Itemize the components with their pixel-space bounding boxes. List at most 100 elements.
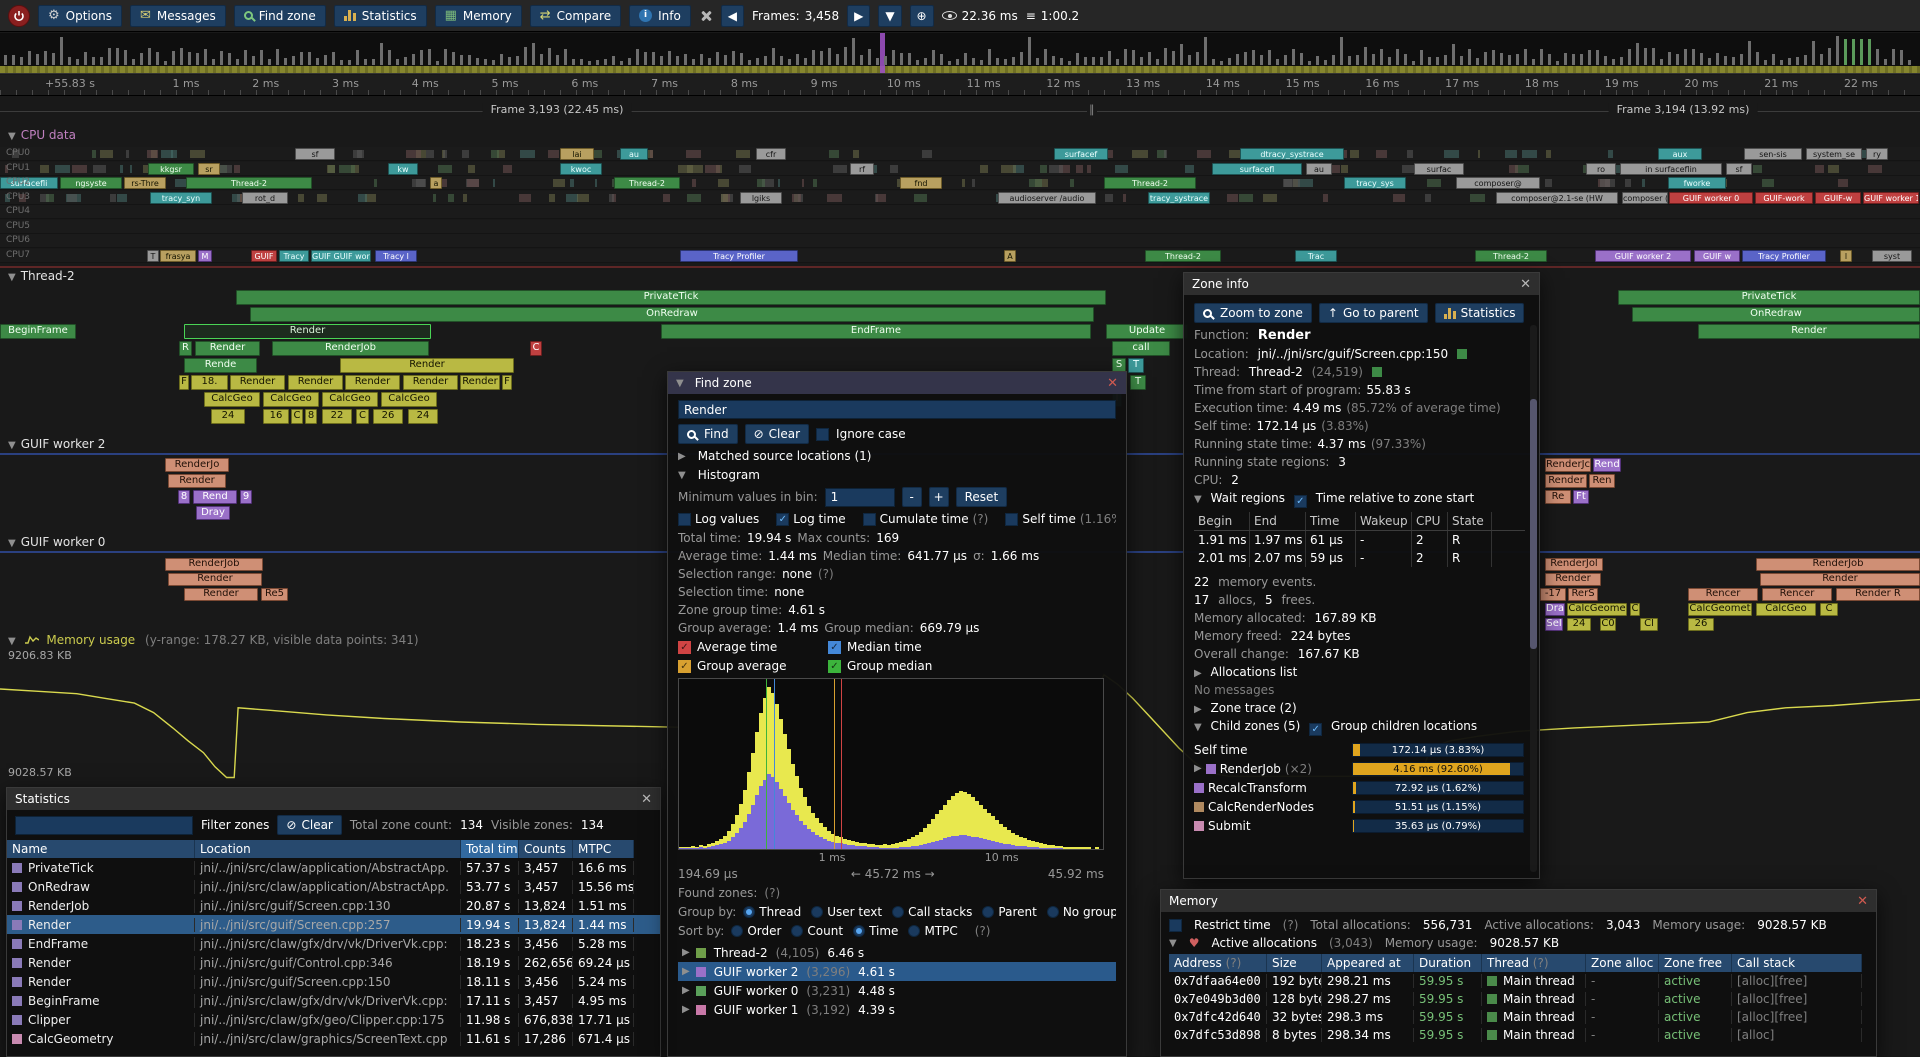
expand-icon[interactable]: ▶ [682, 947, 690, 958]
timeline-zone[interactable]: 8 [305, 409, 317, 424]
wait-col-time[interactable]: Time [1306, 512, 1356, 530]
table-row[interactable]: Renderjni/../jni/src/guif/Control.cpp:34… [7, 953, 660, 972]
timeline-zone[interactable]: Render [184, 324, 431, 339]
timeline-zone[interactable]: Render [1760, 573, 1920, 586]
min-bin-input[interactable] [825, 488, 895, 507]
timeline-zone[interactable]: Render [460, 375, 500, 390]
timeline-zone[interactable]: Dray [196, 506, 230, 520]
table-row[interactable]: Renderjni/../jni/src/guif/Screen.cpp:257… [7, 915, 660, 934]
sort-by-mtpc[interactable]: MTPC [908, 924, 957, 938]
cpu-zone[interactable]: kwoc [560, 163, 602, 175]
memory-usage-header[interactable]: ▼ Memory usage (y-range: 178.27 KB, visi… [8, 633, 419, 647]
group-by-thread[interactable]: Thread [743, 905, 801, 919]
zone-trace-row[interactable]: ▶ Zone trace (2) [1194, 701, 1525, 715]
frame-menu-button[interactable]: ▼ [878, 5, 901, 27]
timeline-zone[interactable]: Rende [184, 358, 257, 373]
timeline-zone[interactable]: Ren [1589, 474, 1615, 488]
cpu-zone[interactable]: composer (b [1622, 192, 1668, 204]
collapse-icon[interactable]: ▼ [8, 636, 16, 647]
memory-col-address[interactable]: Address (?) [1169, 954, 1267, 972]
stats-col-mtpc[interactable]: MTPC [573, 840, 634, 858]
timeline-zone[interactable]: Render [288, 375, 343, 390]
frames-row[interactable]: Frame 3,193 (22.45 ms) ∥ Frame 3,194 (13… [0, 100, 1920, 122]
cpu-zone[interactable]: Thread-2 [614, 177, 680, 189]
cpu-zone[interactable]: audioserver /audio [998, 192, 1096, 204]
timeline-zone[interactable]: Render [184, 588, 258, 601]
histogram-plot[interactable] [678, 678, 1104, 850]
help-icon[interactable]: (?) [764, 886, 780, 900]
restrict-time-checkbox[interactable] [1169, 919, 1182, 932]
timeline-zone[interactable]: Cl [1640, 618, 1658, 631]
timeline-zone[interactable]: C [1630, 603, 1640, 616]
cpu-zone[interactable]: GUIF-work [1755, 192, 1813, 204]
memory-col-size[interactable]: Size [1267, 954, 1322, 972]
wait-col-begin[interactable]: Begin [1194, 512, 1250, 530]
table-row[interactable]: CalcGeometryjni/../jni/src/claw/graphics… [7, 1029, 660, 1048]
timeline-zone[interactable]: Rencer [1762, 588, 1832, 601]
cpu-zone[interactable]: tracy_sys [1344, 177, 1406, 189]
cpu-zone[interactable]: Tracy Profiler [1742, 250, 1826, 262]
toolbar-button-messages[interactable]: ✉Messages [130, 5, 226, 27]
active-allocations-section[interactable]: ▼ ♥ Active allocations (3,043) Memory us… [1169, 936, 1868, 950]
free-callstack-link[interactable]: [free] [1774, 1010, 1807, 1024]
collapse-icon[interactable]: ▼ [1169, 938, 1177, 949]
table-row[interactable]: OnRedrawjni/../jni/src/claw/application/… [7, 877, 660, 896]
cpu-zone[interactable]: aux [1658, 148, 1702, 160]
timeline-zone[interactable]: Render [1698, 324, 1920, 339]
timeline-zone[interactable]: RenderJc [1545, 458, 1591, 472]
timeline-zone[interactable]: Re5 [261, 588, 288, 601]
cpu-zone[interactable]: surfacef [1054, 148, 1108, 160]
cpu-zone[interactable]: surfacefl [1212, 163, 1302, 175]
clear-button[interactable]: ⊘ Clear [745, 424, 809, 444]
toolbar-button-compare[interactable]: ⇄Compare [530, 5, 621, 27]
timeline-zone[interactable]: RenderJo [165, 458, 229, 472]
timeline-zone[interactable]: RenderJob [272, 341, 429, 356]
cpu-zone[interactable]: lgiks [740, 192, 782, 204]
collapse-icon[interactable]: ▼ [676, 378, 684, 389]
timeline-zone[interactable]: C [1820, 603, 1838, 616]
timeline-zone[interactable]: 24 [408, 409, 438, 424]
frame-overview-strip[interactable] [0, 33, 1920, 74]
cpu-zone[interactable]: GUIF GUIF worl [311, 250, 371, 262]
timeline-zone[interactable]: C0 [1600, 618, 1616, 631]
toolbar-button-find-zone[interactable]: Find zone [234, 5, 326, 27]
timeline-zone[interactable]: 8 [178, 490, 190, 504]
cpu-zone[interactable]: GUIF worker 1 [1863, 192, 1919, 204]
close-icon[interactable]: ✕ [1107, 376, 1118, 391]
allocation-row[interactable]: 0x7dfc42d64032 bytes298.3 ms59.95 sMain … [1169, 1008, 1868, 1026]
wait-col-cpu[interactable]: CPU [1412, 512, 1448, 530]
collapse-icon[interactable]: ▼ [1194, 722, 1202, 733]
free-callstack-link[interactable]: [free] [1774, 992, 1807, 1006]
child-zone-row[interactable]: Self time172.14 μs (3.83%) [1194, 740, 1525, 759]
cpu-zone[interactable]: au [620, 148, 648, 160]
timeline-zone[interactable]: Dra [1545, 603, 1565, 616]
child-zone-row[interactable]: Submit35.63 μs (0.79%) [1194, 816, 1525, 835]
cpu-zone[interactable]: rs-Thre [124, 177, 166, 189]
cpu-zone[interactable]: in surfaceflin [1620, 163, 1722, 175]
table-row[interactable]: BeginFramejni/../jni/src/claw/gfx/drv/vk… [7, 991, 660, 1010]
zone-info-titlebar[interactable]: Zone info ✕ [1184, 273, 1539, 295]
cpu-zone[interactable]: lai [560, 148, 594, 160]
table-row[interactable]: Renderjni/../jni/src/guif/Screen.cpp:150… [7, 972, 660, 991]
cpu-zone[interactable]: fworke [1668, 177, 1726, 189]
tools-icon[interactable] [699, 9, 713, 23]
cpu-zone[interactable]: M [198, 250, 212, 262]
alloc-callstack-link[interactable]: [alloc] [1737, 992, 1774, 1006]
timeline-zone[interactable]: OnRedraw [250, 307, 1094, 322]
cpu-zone[interactable]: Thread-2 [186, 177, 312, 189]
timeline-zone[interactable]: Render [195, 341, 260, 356]
cpu-zone[interactable]: sr [198, 163, 220, 175]
zoom-to-zone-button[interactable]: Zoom to zone [1194, 303, 1312, 323]
timeline-zone[interactable]: EndFrame [661, 324, 1091, 339]
stats-col-location[interactable]: Location [195, 840, 461, 858]
sort-by-count[interactable]: Count [791, 924, 843, 938]
cpu-zone[interactable]: tracy_syn [150, 192, 212, 204]
ignore-case-checkbox[interactable] [816, 428, 829, 441]
collapse-icon[interactable]: ▼ [8, 131, 16, 142]
timeline-zone[interactable]: PrivateTick [1618, 290, 1920, 305]
find-zone-search-input[interactable] [678, 400, 1116, 419]
memory-col-appeared-at[interactable]: Appeared at [1322, 954, 1414, 972]
expand-icon[interactable]: ▶ [682, 1004, 690, 1015]
legend-group-median[interactable]: Group median [828, 659, 978, 673]
allocation-row[interactable]: 0x7e049b3d00128 bytes298.27 ms59.95 sMai… [1169, 990, 1868, 1008]
